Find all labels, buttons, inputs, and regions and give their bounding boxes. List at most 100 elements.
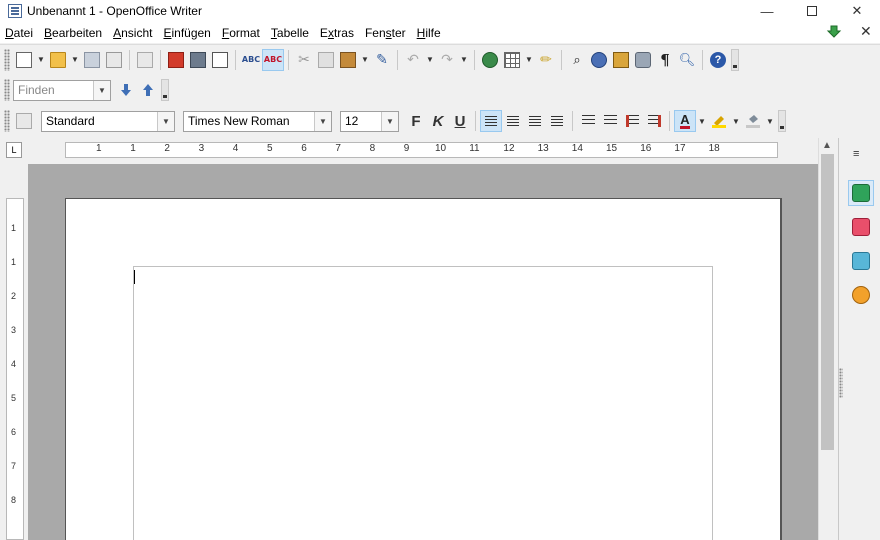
italic-button[interactable]: K <box>427 110 449 132</box>
page-preview-button[interactable] <box>209 49 231 71</box>
hyperlink-button[interactable] <box>479 49 501 71</box>
menu-hilfe[interactable]: Hilfe <box>411 26 446 40</box>
formatting-toolbar-options-button[interactable] <box>778 110 786 132</box>
save-button[interactable] <box>81 49 103 71</box>
find-combobox[interactable]: Finden ▼ <box>13 79 111 101</box>
menu-format[interactable]: Format <box>216 26 265 40</box>
update-download-icon[interactable] <box>826 25 842 39</box>
cut-button[interactable]: ✂ <box>293 49 315 71</box>
font-name-combobox[interactable]: Times New Roman ▼ <box>183 110 332 132</box>
menu-einfuegen[interactable]: Einfügen <box>157 26 215 40</box>
data-sources-button[interactable] <box>632 49 654 71</box>
align-left-button[interactable] <box>480 110 502 132</box>
paragraph-style-dropdown[interactable]: ▼ <box>157 111 174 131</box>
spellcheck-button[interactable]: ABC <box>240 49 262 71</box>
sidebar-navigator-button[interactable] <box>848 282 874 308</box>
copy-icon <box>318 51 334 68</box>
find-history-dropdown[interactable]: ▼ <box>93 80 110 100</box>
redo-button[interactable]: ↷ <box>436 49 458 71</box>
find-next-button[interactable] <box>115 79 137 101</box>
redo-dropdown[interactable]: ▼ <box>458 49 470 71</box>
align-center-button[interactable] <box>502 110 524 132</box>
font-name-dropdown[interactable]: ▼ <box>314 111 331 131</box>
undo-dropdown[interactable]: ▼ <box>424 49 436 71</box>
horizontal-ruler[interactable]: L 1 1 2 3 4 5 6 7 8 9 10 11 12 13 14 15 16 17 18 <box>0 138 818 162</box>
open-button[interactable] <box>47 49 69 71</box>
vertical-scrollbar[interactable]: ▲ <box>818 138 836 540</box>
menu-datei[interactable]: Datei <box>0 26 38 40</box>
find-toolbar-options-button[interactable] <box>161 79 169 101</box>
font-name-value[interactable]: Times New Roman <box>184 114 314 128</box>
print-button[interactable] <box>187 49 209 71</box>
gallery-button[interactable] <box>610 49 632 71</box>
ruler-mark: 2 <box>164 143 170 154</box>
numbering-button[interactable] <box>577 110 599 132</box>
show-draw-functions-button[interactable]: ✏ <box>535 49 557 71</box>
font-size-value[interactable]: 12 <box>341 114 381 128</box>
edit-file-button[interactable] <box>134 49 156 71</box>
paragraph-style-value[interactable]: Standard <box>42 114 157 128</box>
formatting-marks-button[interactable]: ¶ <box>654 49 676 71</box>
send-email-button[interactable] <box>103 49 125 71</box>
navigator-button[interactable] <box>588 49 610 71</box>
paragraph-style-combobox[interactable]: Standard ▼ <box>41 110 175 132</box>
sidebar-properties-button[interactable] <box>848 180 874 206</box>
justify-button[interactable] <box>546 110 568 132</box>
copy-button[interactable] <box>315 49 337 71</box>
toolbar-grip[interactable] <box>4 79 10 101</box>
find-input[interactable]: Finden <box>14 83 93 97</box>
undo-button[interactable]: ↶ <box>402 49 424 71</box>
font-color-dropdown[interactable]: ▼ <box>696 110 708 132</box>
help-button[interactable]: ? <box>707 49 729 71</box>
maximize-button[interactable] <box>789 0 835 22</box>
new-document-button[interactable] <box>13 49 35 71</box>
scroll-up-arrow-icon[interactable]: ▲ <box>822 140 832 151</box>
menu-fenster[interactable]: Fenster <box>359 26 411 40</box>
toolbar-options-button[interactable] <box>731 48 739 71</box>
font-size-dropdown[interactable]: ▼ <box>381 111 398 131</box>
menu-bearbeiten[interactable]: Bearbeiten <box>38 26 107 40</box>
clone-formatting-button[interactable]: ✎ <box>371 49 393 71</box>
decrease-indent-button[interactable] <box>621 110 643 132</box>
zoom-button[interactable]: 🔍︎ <box>676 49 698 71</box>
close-document-icon[interactable]: ✕ <box>860 23 872 40</box>
close-window-button[interactable]: ✕ <box>834 0 880 22</box>
scrollbar-thumb[interactable] <box>821 154 834 450</box>
font-size-combobox[interactable]: 12 ▼ <box>340 110 399 132</box>
highlighting-button[interactable] <box>708 110 730 132</box>
ruler-mark: 8 <box>369 143 376 154</box>
sidebar-gallery-button[interactable] <box>848 248 874 274</box>
auto-spellcheck-button[interactable]: ABC <box>262 48 284 71</box>
toolbar-grip[interactable] <box>4 110 10 132</box>
menu-tabelle[interactable]: Tabelle <box>265 26 314 40</box>
paste-dropdown[interactable]: ▼ <box>359 49 371 71</box>
vertical-ruler[interactable]: 1 1 2 3 4 5 6 7 8 <box>6 198 24 540</box>
toolbar-grip[interactable] <box>4 48 10 71</box>
export-pdf-button[interactable] <box>165 49 187 71</box>
ruler-track[interactable]: 1 1 2 3 4 5 6 7 8 9 10 11 12 13 14 15 16 17 18 <box>65 142 778 158</box>
background-color-button[interactable] <box>742 110 764 132</box>
sidebar-resize-grip[interactable] <box>839 368 843 398</box>
find-previous-button[interactable] <box>137 79 159 101</box>
sidebar-styles-button[interactable] <box>848 214 874 240</box>
bullets-button[interactable] <box>599 110 621 132</box>
align-right-button[interactable] <box>524 110 546 132</box>
insert-table-dropdown[interactable]: ▼ <box>523 49 535 71</box>
insert-table-button[interactable] <box>501 49 523 71</box>
underline-button[interactable]: U <box>449 110 471 132</box>
font-color-button[interactable]: A <box>674 110 696 132</box>
menu-extras[interactable]: Extras <box>314 26 359 40</box>
open-dropdown[interactable]: ▼ <box>69 49 81 71</box>
tab-stop-selector[interactable]: L <box>6 142 22 158</box>
bold-button[interactable]: F <box>405 110 427 132</box>
paste-button[interactable] <box>337 49 359 71</box>
increase-indent-button[interactable] <box>643 110 665 132</box>
find-replace-button[interactable]: ⌕ <box>566 49 588 71</box>
styles-formatting-button[interactable] <box>13 110 35 132</box>
minimize-button[interactable]: — <box>744 0 790 22</box>
new-document-dropdown[interactable]: ▼ <box>35 49 47 71</box>
menu-ansicht[interactable]: Ansicht <box>107 26 157 40</box>
background-color-dropdown[interactable]: ▼ <box>764 110 776 132</box>
highlighting-dropdown[interactable]: ▼ <box>730 110 742 132</box>
sidebar-menu-icon[interactable]: ≡ <box>853 148 859 160</box>
